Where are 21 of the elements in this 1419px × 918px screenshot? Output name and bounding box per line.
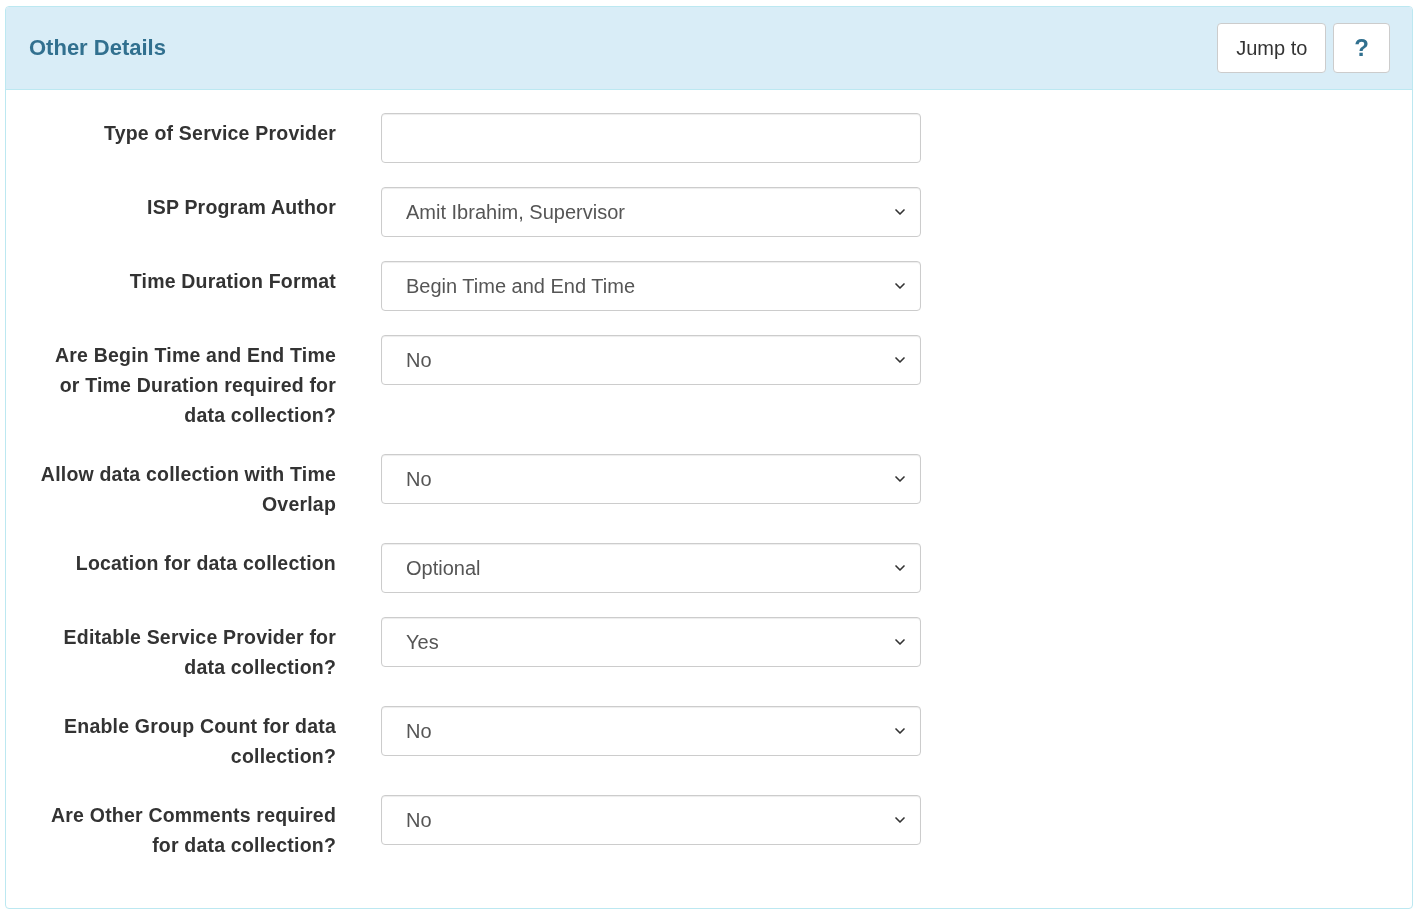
field-label: Are Other Comments required for data collection?: [50, 803, 336, 858]
jump-to-button[interactable]: Jump to: [1217, 23, 1327, 73]
panel-title: Other Details: [29, 35, 166, 61]
select-field[interactable]: No: [381, 706, 921, 756]
field-label: Editable Service Provider for data collection?: [62, 625, 336, 680]
input-field[interactable]: [381, 113, 921, 163]
field-label: Type of Service Provider: [102, 121, 336, 146]
select-field[interactable]: Amit Ibrahim, Supervisor: [381, 187, 921, 237]
select-field[interactable]: No: [381, 454, 921, 504]
field-label: ISP Program Author: [146, 195, 336, 220]
select-field[interactable]: Optional: [381, 543, 921, 593]
select-field[interactable]: No: [381, 795, 921, 845]
select-field[interactable]: Yes: [381, 617, 921, 667]
select-field[interactable]: No: [381, 335, 921, 385]
field-label: Are Begin Time and End Time or Time Duration required for data collection?: [54, 343, 336, 428]
field-label: Time Duration Format: [128, 269, 336, 294]
help-button[interactable]: ?: [1333, 23, 1390, 73]
field-label: Allow data collection with Time Overlap: [39, 462, 336, 517]
select-field[interactable]: Begin Time and End Time: [381, 261, 921, 311]
field-label: Location for data collection: [74, 551, 336, 576]
field-label: Enable Group Count for data collection?: [63, 714, 336, 769]
